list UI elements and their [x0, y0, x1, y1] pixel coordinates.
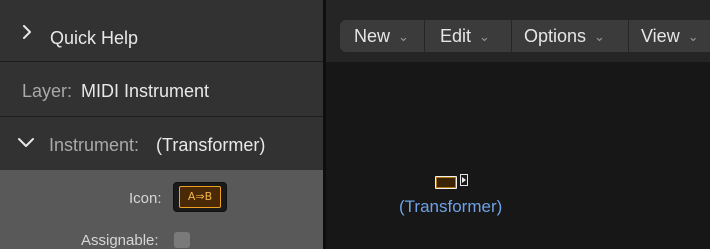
assignable-checkbox[interactable] [174, 232, 190, 248]
menu-new[interactable]: New ⌄ [340, 20, 424, 52]
layer-value: MIDI Instrument [81, 81, 210, 101]
layer-label: Layer: [22, 81, 73, 101]
instrument-label: Instrument: [49, 135, 140, 155]
icon-selector[interactable]: A⇒B [173, 182, 227, 212]
chevron-right-icon[interactable] [20, 25, 38, 43]
chevron-down-icon: ⌄ [479, 29, 490, 44]
icon-label: Icon: [129, 190, 162, 207]
chevron-down-icon[interactable] [18, 135, 36, 153]
layer-row: Layer: MIDI Instrument [0, 62, 323, 117]
menu-options[interactable]: Options ⌄ [512, 20, 628, 52]
output-port-icon[interactable] [460, 174, 468, 186]
inspector-panel: Quick Help Layer: MIDI Instrument Instru… [0, 0, 323, 249]
quick-help-label: Quick Help [50, 28, 139, 48]
menu-view[interactable]: View ⌄ [629, 20, 710, 52]
menu-new-label: New [354, 26, 391, 46]
quick-help-row[interactable]: Quick Help [0, 0, 323, 62]
assignable-label: Assignable: [81, 232, 159, 249]
instrument-value: (Transformer) [156, 135, 266, 155]
chevron-down-icon: ⌄ [687, 29, 699, 44]
parameters-section: Icon: A⇒B Assignable: [0, 170, 323, 249]
menu-edit[interactable]: Edit ⌄ [425, 20, 511, 52]
transformer-icon: A⇒B [179, 186, 221, 208]
environment-canvas[interactable]: New ⌄ Edit ⌄ Options ⌄ View ⌄ (Transformer) [326, 0, 710, 249]
menu-view-label: View [641, 26, 680, 46]
instrument-row[interactable]: Instrument: (Transformer) [0, 117, 323, 170]
menu-edit-label: Edit [440, 26, 472, 46]
chevron-down-icon: ⌄ [398, 29, 409, 44]
transformer-object-label[interactable]: (Transformer) [399, 197, 502, 217]
menu-button-group: New ⌄ Edit ⌄ Options ⌄ View ⌄ [340, 20, 710, 52]
transformer-object-face [436, 177, 456, 188]
chevron-down-icon: ⌄ [594, 29, 605, 44]
transformer-object-icon[interactable] [435, 176, 457, 189]
local-menubar: New ⌄ Edit ⌄ Options ⌄ View ⌄ [326, 0, 710, 62]
menu-options-label: Options [524, 26, 587, 46]
